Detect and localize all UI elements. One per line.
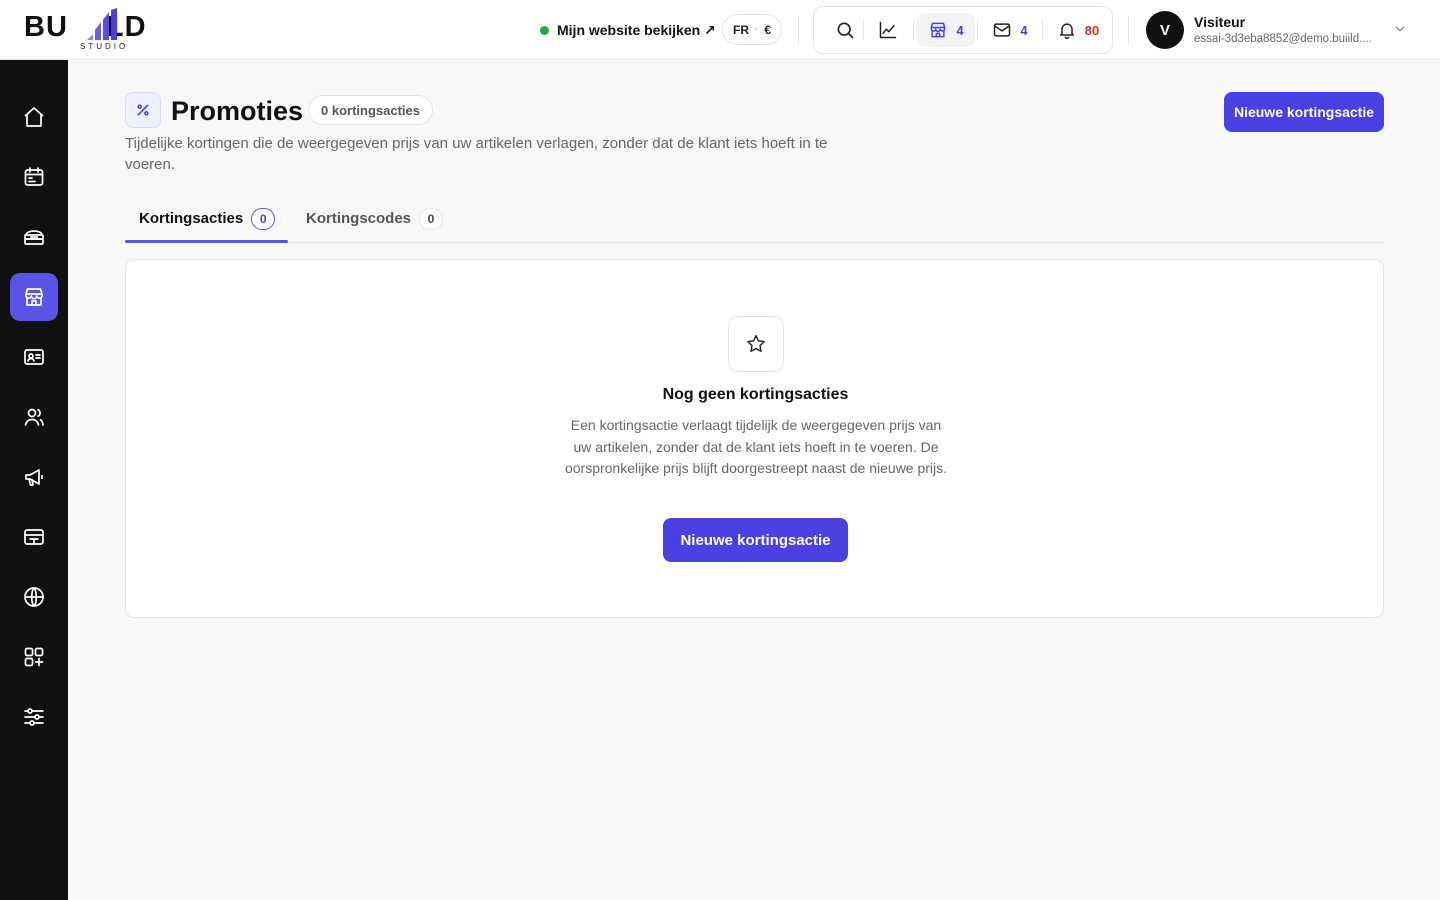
sidebar-item-apps[interactable]: [10, 633, 58, 681]
home-icon: [24, 107, 44, 127]
tab-count: 0: [419, 207, 444, 230]
notifications-count: 80: [1084, 22, 1100, 38]
empty-state-icon-box: [728, 316, 784, 372]
sidebar-item-store[interactable]: [10, 273, 58, 321]
tab-label: Kortingscodes: [306, 210, 412, 227]
payment-icon: [24, 529, 44, 545]
megaphone-icon: [25, 469, 43, 486]
notifications-button[interactable]: 80: [1050, 13, 1106, 47]
chart-icon: [879, 21, 897, 39]
tab-kortingsacties[interactable]: Kortingsacties 0: [139, 195, 276, 242]
divider: [977, 20, 978, 40]
percent-icon: [137, 104, 149, 116]
search-icon: [837, 22, 854, 39]
tab-label: Kortingsacties: [139, 210, 244, 227]
empty-state-new-promotion-button[interactable]: Nieuwe kortingsactie: [663, 518, 848, 562]
globe-icon: [24, 587, 44, 607]
empty-state-card: Nog geen kortingsacties Een kortingsacti…: [125, 259, 1384, 618]
sidebar: [0, 60, 68, 900]
sidebar-item-website[interactable]: [10, 573, 58, 621]
tab-kortingscodes[interactable]: Kortingscodes 0: [306, 195, 444, 242]
empty-state-title: Nog geen kortingsacties: [662, 386, 849, 403]
divider: [863, 20, 864, 40]
store-icon: [930, 22, 946, 38]
users-icon: [24, 408, 44, 426]
id-card-icon: [24, 349, 44, 365]
user-name: Visiteur: [1194, 14, 1246, 30]
divider: [1128, 16, 1129, 44]
sidebar-item-contacts[interactable]: [10, 333, 58, 381]
divider: [913, 20, 914, 40]
sidebar-item-calendar[interactable]: [10, 153, 58, 201]
locale-selector[interactable]: FR · €: [722, 14, 783, 45]
analytics-button[interactable]: [865, 13, 911, 47]
empty-state-description: Een kortingsactie verlaagt tijdelijk de …: [564, 417, 948, 476]
tabs: Kortingsacties 0 Kortingscodes 0: [125, 195, 1384, 243]
user-email: essai-3d3eba8852@demo.buiild....: [1194, 33, 1372, 45]
online-status-dot: [540, 25, 549, 35]
divider: [798, 16, 799, 44]
sidebar-item-settings[interactable]: [10, 693, 58, 741]
header-toolbar: 4 4 80: [813, 6, 1113, 54]
bell-icon: [1059, 23, 1074, 40]
logo-wordmark: BU LD: [24, 11, 147, 43]
page-title: Promoties: [171, 96, 304, 126]
tab-count: 0: [251, 207, 276, 230]
messages-button[interactable]: 4: [984, 13, 1036, 47]
locale-separator: ·: [755, 24, 759, 35]
sidebar-item-marketing[interactable]: [10, 453, 58, 501]
brand-logo[interactable]: BU LD STUDIO: [24, 8, 184, 52]
active-tab-indicator: [125, 240, 288, 243]
services-icon: [24, 230, 44, 245]
view-website-label: Mijn website bekijken ↗: [557, 21, 716, 38]
messages-count: 4: [1020, 22, 1028, 38]
calendar-icon: [24, 167, 44, 186]
user-info: Visiteur essai-3d3eba8852@demo.buiild...…: [1194, 13, 1390, 47]
divider: [1042, 20, 1043, 40]
avatar: V: [1146, 11, 1184, 49]
apps-icon: [24, 647, 44, 667]
star-icon: [747, 335, 765, 352]
sidebar-item-users[interactable]: [10, 393, 58, 441]
chevron-down-icon[interactable]: [1393, 22, 1407, 36]
sidebar-item-payments[interactable]: [10, 513, 58, 561]
logo-bars-icon: [87, 8, 117, 40]
page-description: Tijdelijke kortingen die de weergegeven …: [125, 135, 828, 173]
store-icon: [25, 288, 43, 306]
sidebar-item-services[interactable]: [10, 213, 58, 261]
orders-button[interactable]: 4: [917, 13, 975, 47]
promotions-count-badge: 0 kortingsacties: [308, 95, 433, 125]
currency-label: €: [764, 22, 772, 37]
user-menu[interactable]: V Visiteur essai-3d3eba8852@demo.buiild.…: [1146, 11, 1390, 49]
orders-count: 4: [956, 22, 964, 38]
view-website-link[interactable]: Mijn website bekijken ↗: [540, 20, 716, 40]
search-button[interactable]: [822, 13, 868, 47]
language-label: FR: [733, 22, 749, 37]
top-bar: BU LD STUDIO Mijn website bekijken ↗ FR ·…: [0, 0, 1440, 60]
promotions-icon-badge: [125, 92, 161, 128]
logo-subtitle: STUDIO: [80, 42, 129, 51]
new-promotion-button[interactable]: Nieuwe kortingsactie: [1224, 92, 1384, 132]
mail-icon: [994, 23, 1011, 37]
sidebar-item-home[interactable]: [10, 93, 58, 141]
sliders-icon: [24, 708, 44, 726]
